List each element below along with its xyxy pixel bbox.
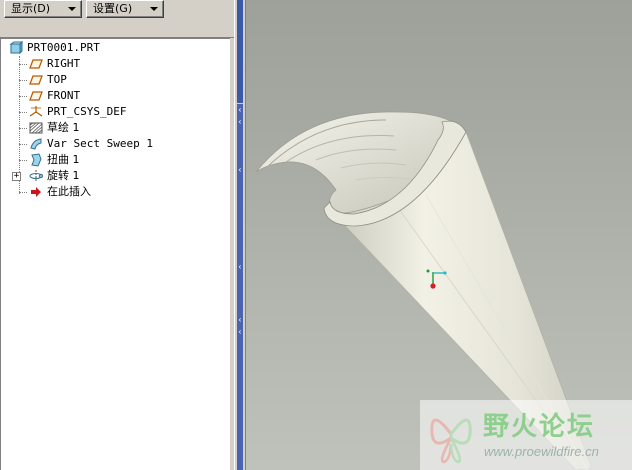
settings-menu-label: 设置(G)	[93, 2, 133, 15]
part-icon	[9, 41, 23, 55]
tree-item-label: PRT0001.PRT	[27, 41, 100, 54]
insert-here-arrow-icon	[31, 187, 41, 197]
splitter-accent-bar	[237, 104, 243, 470]
tree-item-revolve[interactable]: + 旋转 1	[1, 168, 227, 184]
display-menu-label: 显示(D)	[11, 2, 51, 15]
tree-connector	[19, 80, 27, 81]
revolve-icon	[29, 170, 43, 182]
tree-connector	[19, 96, 27, 97]
tree-item-label: Var Sect Sweep 1	[47, 137, 153, 150]
collapse-left-icon[interactable]: ‹	[236, 106, 244, 114]
tree-item-label: PRT_CSYS_DEF	[47, 105, 127, 118]
expand-icon[interactable]: +	[12, 172, 21, 181]
tree-item-right[interactable]: RIGHT	[1, 56, 227, 72]
datum-plane-icon	[29, 75, 43, 85]
tree-item-csys[interactable]: PRT_CSYS_DEF	[1, 104, 227, 120]
collapse-left-icon[interactable]: ‹	[236, 316, 244, 324]
collapse-left-icon[interactable]: ‹	[236, 263, 244, 271]
tree-item-label: 在此插入	[47, 185, 91, 198]
model-tree-toolbar: 显示(D) 设置(G)	[0, 0, 234, 20]
graphics-viewport[interactable]: 野火论坛 www.proewildfire.cn	[246, 0, 632, 470]
tree-item-var-sect-sweep[interactable]: Var Sect Sweep 1	[1, 136, 227, 152]
watermark-url: www.proewildfire.cn	[484, 444, 599, 459]
tree-item-label: 扭曲 1	[47, 153, 80, 166]
display-menu-button[interactable]: 显示(D)	[4, 0, 82, 18]
collapse-left-icon[interactable]: ‹	[236, 118, 244, 126]
panel-splitter[interactable]: ‹ ‹ ‹ ‹ ‹ ‹	[234, 0, 246, 470]
tree-item-sketch[interactable]: 草绘 1	[1, 120, 227, 136]
tree-item-top[interactable]: TOP	[1, 72, 227, 88]
tree-connector	[19, 192, 27, 193]
tree-connector	[19, 144, 27, 145]
sketch-icon	[29, 122, 43, 134]
tree-connector	[19, 160, 27, 161]
collapse-left-icon[interactable]: ‹	[236, 166, 244, 174]
splitter-accent-bar	[237, 0, 243, 103]
model-tree-header-strip	[0, 20, 234, 38]
tree-item-label: RIGHT	[47, 57, 81, 70]
tree-item-label: 旋转 1	[47, 169, 80, 182]
tree-item-label: TOP	[47, 73, 67, 86]
warp-icon	[31, 153, 42, 167]
watermark-title: 野火论坛	[483, 412, 596, 442]
coordinate-system-icon	[29, 106, 43, 117]
tree-connector	[19, 112, 27, 113]
model-tree: PRT0001.PRT RIGHT TOP FRONT PRT_CSYS_DEF…	[0, 38, 230, 470]
settings-menu-button[interactable]: 设置(G)	[86, 0, 164, 18]
datum-plane-icon	[29, 91, 43, 101]
datum-plane-icon	[29, 59, 43, 69]
var-sect-sweep-icon	[30, 138, 42, 150]
tree-connector	[19, 128, 27, 129]
butterfly-logo-icon	[430, 418, 472, 464]
tree-item-label: 草绘 1	[47, 121, 80, 134]
tree-connector	[19, 64, 27, 65]
tree-item-insert-here[interactable]: 在此插入	[1, 184, 227, 200]
tree-item-warp[interactable]: 扭曲 1	[1, 152, 227, 168]
tree-item-root[interactable]: PRT0001.PRT	[7, 40, 227, 56]
chevron-down-icon	[68, 7, 76, 11]
tree-item-front[interactable]: FRONT	[1, 88, 227, 104]
forum-watermark: 野火论坛 www.proewildfire.cn	[420, 400, 632, 470]
tree-item-label: FRONT	[47, 89, 81, 102]
chevron-down-icon	[150, 7, 158, 11]
model-tree-panel: 显示(D) 设置(G) PRT0001.PRT RIGHT TOP FRONT …	[0, 0, 234, 470]
collapse-left-icon[interactable]: ‹	[236, 328, 244, 336]
